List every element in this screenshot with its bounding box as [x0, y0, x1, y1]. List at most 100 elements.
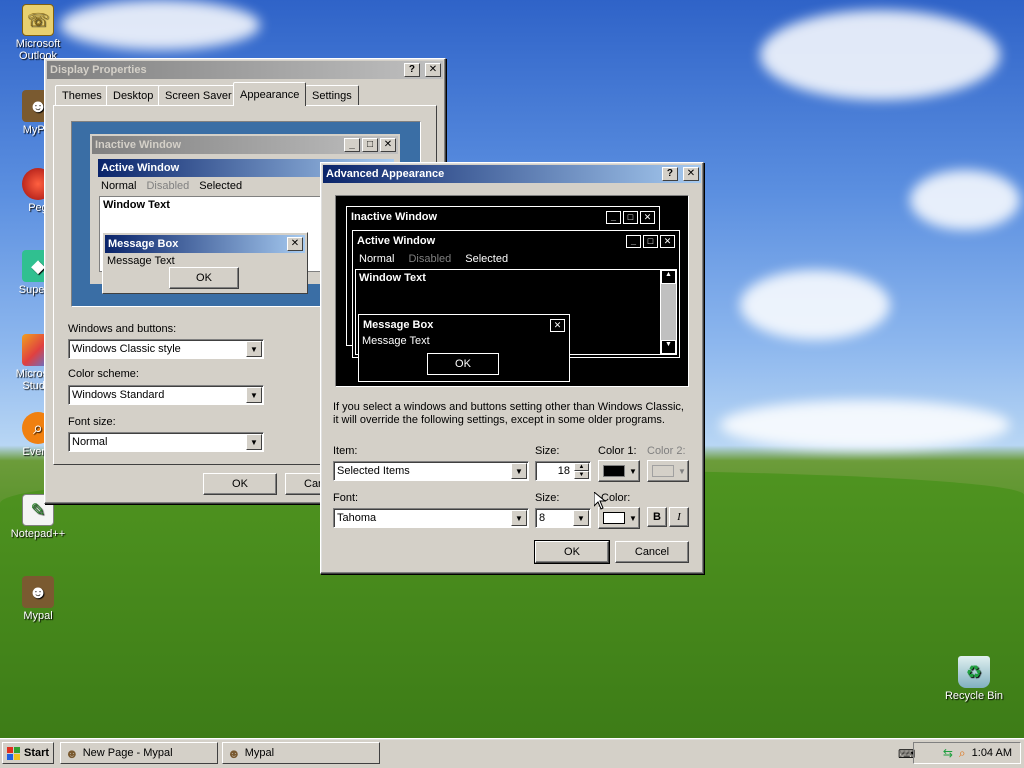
desktop-icon-label: Notepad++ [10, 528, 66, 540]
size-spinner[interactable]: 18 ▲ ▼ [535, 461, 591, 481]
advanced-preview: Inactive Window _ □ ✕ Active Window _ □ ✕ No… [335, 195, 689, 387]
combo-value: Selected Items [337, 465, 410, 477]
chevron-down-icon: ▼ [629, 513, 637, 523]
start-label: Start [24, 747, 50, 759]
preview-menu-selected: Selected [465, 253, 509, 265]
font-combo[interactable]: Tahoma ▼ [333, 508, 529, 528]
preview-window-text: Window Text [359, 272, 426, 284]
color-scheme-label: Color scheme: [68, 368, 139, 380]
tab-screen-saver[interactable]: Screen Saver [158, 85, 239, 105]
taskbar-task-new-page[interactable]: ☻ New Page - Mypal [60, 742, 218, 764]
tab-settings[interactable]: Settings [305, 85, 359, 105]
preview-active-title: Active Window [357, 235, 436, 247]
info-text-line2: it will override the following settings,… [333, 414, 665, 426]
combo-value: Tahoma [337, 512, 377, 524]
start-button[interactable]: Start [2, 742, 54, 764]
item-combo[interactable]: Selected Items ▼ [333, 461, 529, 481]
desktop-icon-label: Recycle Bin [944, 690, 1004, 702]
spin-up-icon[interactable]: ▲ [574, 463, 589, 471]
close-button[interactable]: ✕ [425, 63, 441, 77]
font-size-combo[interactable]: 8 ▼ [535, 508, 591, 528]
italic-button[interactable]: I [669, 507, 689, 527]
ok-button[interactable]: OK [203, 473, 277, 495]
minimize-icon: _ [626, 234, 641, 248]
desktop-icon-outlook[interactable]: ☏ Microsoft Outlook [0, 4, 76, 62]
minimize-icon: _ [344, 138, 360, 152]
combo-value: 8 [539, 512, 546, 524]
preview-ok-button: OK [169, 267, 239, 289]
tab-appearance[interactable]: Appearance [233, 82, 307, 106]
close-icon: ✕ [380, 138, 396, 152]
ok-button[interactable]: OK [534, 540, 610, 564]
desktop-icon-recycle-bin[interactable]: ♻ Recycle Bin [936, 656, 1012, 702]
font-color-swatch [603, 512, 625, 524]
preview-inactive-title: Inactive Window [351, 211, 438, 223]
task-label: New Page - Mypal [82, 747, 173, 759]
cloud [740, 270, 890, 340]
advanced-appearance-titlebar[interactable]: Advanced Appearance ? ✕ [323, 165, 701, 183]
font-label: Font: [333, 492, 359, 504]
bold-button[interactable]: B [647, 507, 667, 527]
preview-menu-normal: Normal [101, 180, 137, 192]
spinner-value: 18 [557, 465, 570, 477]
chevron-down-icon[interactable]: ▼ [246, 341, 262, 357]
chevron-up-icon: ▲ [661, 270, 676, 284]
spin-down-icon[interactable]: ▼ [574, 471, 589, 479]
clock[interactable]: 1:04 AM [972, 747, 1012, 759]
mypal-icon: ☻ [65, 745, 79, 761]
tab-desktop[interactable]: Desktop [106, 85, 161, 105]
windows-logo-icon [7, 746, 20, 760]
preview-message-box: Message Box ✕ Message Text OK [102, 232, 308, 294]
color1-picker[interactable]: ▼ [598, 460, 640, 482]
combo-value: Normal [72, 436, 108, 448]
task-label: Mypal [244, 747, 275, 759]
cloud [60, 0, 260, 50]
chevron-down-icon[interactable]: ▼ [511, 510, 527, 526]
preview-msgbox-title: Message Box [108, 238, 179, 250]
cancel-button[interactable]: Cancel [615, 541, 689, 563]
tab-themes[interactable]: Themes [55, 85, 109, 105]
chevron-down-icon[interactable]: ▼ [573, 510, 589, 526]
window-title: Display Properties [50, 64, 147, 76]
close-button[interactable]: ✕ [683, 167, 699, 181]
mypal-icon: ☻ [227, 745, 241, 761]
preview-ok-button: OK [427, 353, 499, 375]
color-scheme-combo[interactable]: Windows Standard ▼ [68, 385, 264, 405]
desktop-icon-mypal[interactable]: ☻ Mypal [0, 576, 76, 622]
maximize-icon: □ [362, 138, 378, 152]
combo-value: Windows Standard [72, 389, 165, 401]
display-properties-titlebar[interactable]: Display Properties ? ✕ [47, 61, 443, 79]
chevron-down-icon: ▼ [661, 340, 676, 354]
preview-menu-disabled: Disabled [146, 180, 190, 192]
font-size-label: Font size: [68, 416, 116, 428]
chevron-down-icon[interactable]: ▼ [246, 434, 262, 450]
font-color-picker[interactable]: ▼ [598, 507, 640, 529]
chevron-down-icon[interactable]: ▼ [511, 463, 527, 479]
chevron-down-icon: ▼ [629, 466, 637, 476]
chevron-down-icon[interactable]: ▼ [246, 387, 262, 403]
maximize-icon: □ [623, 210, 638, 224]
preview-menu-normal: Normal [359, 253, 395, 265]
windows-buttons-combo[interactable]: Windows Classic style ▼ [68, 339, 264, 359]
preview-message-box: Message Box ✕ Message Text OK [358, 314, 570, 382]
font-size-combo[interactable]: Normal ▼ [68, 432, 264, 452]
help-button[interactable]: ? [661, 167, 678, 181]
windows-buttons-label: Windows and buttons: [68, 323, 177, 335]
color1-swatch [603, 465, 625, 477]
font-size-label: Size: [535, 492, 560, 504]
item-label: Item: [333, 445, 358, 457]
network-icon[interactable]: ⇆ [943, 746, 953, 760]
taskbar-task-mypal[interactable]: ☻ Mypal [222, 742, 380, 764]
size-label: Size: [535, 445, 560, 457]
color2-swatch [652, 465, 674, 477]
close-icon: ✕ [660, 234, 675, 248]
preview-window-text: Window Text [103, 199, 170, 211]
color1-label: Color 1: [598, 445, 637, 457]
search-icon[interactable]: ⌕ [959, 746, 966, 761]
close-icon: ✕ [550, 318, 565, 332]
close-icon: ✕ [287, 237, 303, 251]
help-button[interactable]: ? [403, 63, 420, 77]
color2-picker[interactable]: ▼ [647, 460, 689, 482]
advanced-appearance-window: Advanced Appearance ? ✕ Inactive Window … [320, 162, 704, 574]
recycle-bin-icon: ♻ [958, 656, 990, 688]
